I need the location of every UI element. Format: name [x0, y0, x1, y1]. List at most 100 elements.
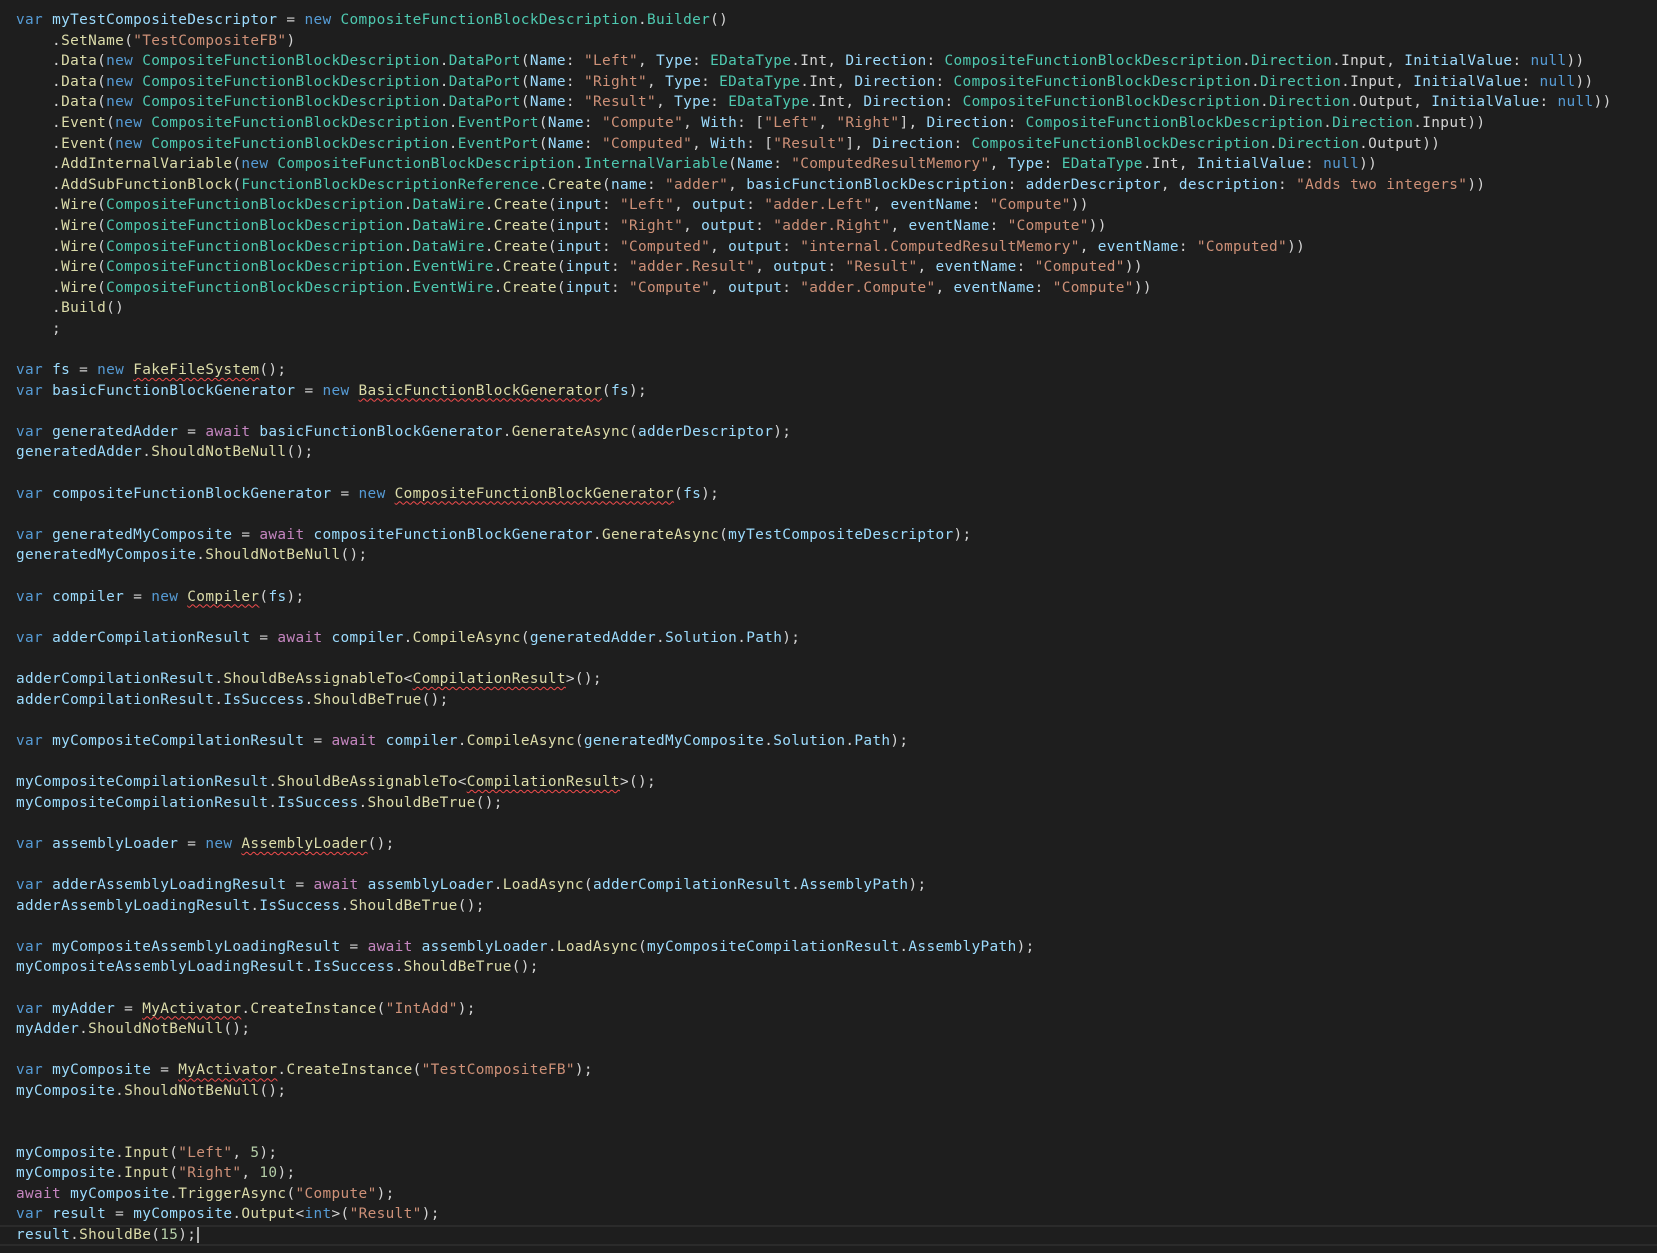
- code-token: Create: [502, 279, 557, 296]
- code-token: )): [1133, 279, 1152, 296]
- code-token: Name: [529, 94, 566, 111]
- code-line[interactable]: myCompositeCompilationResult.ShouldBeAss…: [16, 772, 1657, 793]
- code-line[interactable]: adderAssemblyLoadingResult.IsSuccess.Sho…: [16, 896, 1657, 917]
- code-token: myAdder: [52, 1000, 116, 1017]
- code-line[interactable]: .AddInternalVariable(new CompositeFuncti…: [16, 154, 1657, 175]
- code-token: .: [115, 1165, 125, 1182]
- code-token: "Left": [178, 1144, 233, 1161]
- code-line[interactable]: ​: [16, 1101, 1657, 1122]
- code-line[interactable]: ​: [16, 401, 1657, 422]
- code-line[interactable]: .AddSubFunctionBlock(FunctionBlockDescri…: [16, 175, 1657, 196]
- code-token: "adder": [665, 176, 729, 193]
- code-line[interactable]: ​: [16, 813, 1657, 834]
- code-token: Event: [61, 114, 107, 131]
- code-line[interactable]: ​: [16, 916, 1657, 937]
- code-line[interactable]: .Wire(CompositeFunctionBlockDescription.…: [16, 278, 1657, 299]
- code-line[interactable]: var compositeFunctionBlockGenerator = ne…: [16, 484, 1657, 505]
- code-token: .Int,: [1142, 156, 1197, 173]
- code-line[interactable]: ​: [16, 566, 1657, 587]
- code-token: .: [142, 444, 152, 461]
- code-line[interactable]: generatedMyComposite.ShouldNotBeNull();: [16, 545, 1657, 566]
- code-line[interactable]: var adderCompilationResult = await compi…: [16, 628, 1657, 649]
- code-token: (: [106, 135, 116, 152]
- code-line[interactable]: ​: [16, 648, 1657, 669]
- code-line[interactable]: .Wire(CompositeFunctionBlockDescription.…: [16, 216, 1657, 237]
- code-line[interactable]: generatedAdder.ShouldNotBeNull();: [16, 442, 1657, 463]
- code-line[interactable]: .Wire(CompositeFunctionBlockDescription.…: [16, 195, 1657, 216]
- code-line[interactable]: ​: [16, 1122, 1657, 1143]
- code-token: Name: [737, 156, 774, 173]
- code-token: LoadAsync: [556, 938, 638, 955]
- code-line[interactable]: ;: [16, 319, 1657, 340]
- code-line[interactable]: ​: [16, 978, 1657, 999]
- code-line[interactable]: ​: [16, 463, 1657, 484]
- code-line[interactable]: adderCompilationResult.IsSuccess.ShouldB…: [16, 690, 1657, 711]
- code-token-error: BasicFunctionBlockGenerator: [358, 382, 602, 399]
- code-line[interactable]: var myCompositeCompilationResult = await…: [16, 731, 1657, 752]
- code-token: );: [701, 485, 720, 502]
- code-token: Create: [502, 259, 557, 276]
- code-line[interactable]: .Data(new CompositeFunctionBlockDescript…: [16, 92, 1657, 113]
- code-line[interactable]: .Wire(CompositeFunctionBlockDescription.…: [16, 257, 1657, 278]
- code-line[interactable]: .SetName("TestCompositeFB"): [16, 31, 1657, 52]
- code-token: eventName: [935, 259, 1017, 276]
- code-token: CompositeFunctionBlockDescription: [106, 197, 404, 214]
- code-line[interactable]: .Event(new CompositeFunctionBlockDescrip…: [16, 134, 1657, 155]
- code-line[interactable]: var myCompositeAssemblyLoadingResult = a…: [16, 937, 1657, 958]
- code-token: InitialValue: [1196, 156, 1306, 173]
- code-line[interactable]: ​: [16, 854, 1657, 875]
- code-token: :: [565, 53, 584, 70]
- code-line[interactable]: var myTestCompositeDescriptor = new Comp…: [16, 10, 1657, 31]
- code-token: await: [277, 629, 332, 646]
- code-token: int: [304, 1206, 332, 1223]
- code-line[interactable]: adderCompilationResult.ShouldBeAssignabl…: [16, 669, 1657, 690]
- code-token: =: [286, 876, 314, 893]
- code-token: var: [16, 382, 53, 399]
- code-line[interactable]: .Event(new CompositeFunctionBlockDescrip…: [16, 113, 1657, 134]
- code-token: await: [259, 526, 314, 543]
- code-line[interactable]: var basicFunctionBlockGenerator = new Ba…: [16, 381, 1657, 402]
- code-token: Data: [61, 94, 98, 111]
- code-line[interactable]: .Wire(CompositeFunctionBlockDescription.…: [16, 237, 1657, 258]
- code-line[interactable]: var fs = new FakeFileSystem();: [16, 360, 1657, 381]
- code-line[interactable]: myComposite.Input("Left", 5);: [16, 1143, 1657, 1164]
- code-token: "Result": [773, 135, 846, 152]
- code-line[interactable]: myComposite.ShouldNotBeNull();: [16, 1081, 1657, 1102]
- code-token: :: [827, 259, 846, 276]
- code-line[interactable]: result.ShouldBe(15);: [0, 1225, 1657, 1246]
- code-token: CreateInstance: [286, 1062, 413, 1079]
- code-token: )): [1287, 238, 1306, 255]
- code-line[interactable]: myAdder.ShouldNotBeNull();: [16, 1019, 1657, 1040]
- code-line[interactable]: ​: [16, 340, 1657, 361]
- code-token: (: [547, 238, 557, 255]
- code-line[interactable]: myCompositeAssemblyLoadingResult.IsSucce…: [16, 957, 1657, 978]
- code-line[interactable]: myComposite.Input("Right", 10);: [16, 1163, 1657, 1184]
- code-token: <: [403, 671, 413, 687]
- code-line[interactable]: ​: [16, 751, 1657, 772]
- code-line[interactable]: ​: [16, 607, 1657, 628]
- code-line[interactable]: await myComposite.TriggerAsync("Compute"…: [16, 1184, 1657, 1205]
- code-line[interactable]: var result = myComposite.Output<int>("Re…: [16, 1204, 1657, 1225]
- code-token: null: [1539, 73, 1576, 90]
- code-token: Data: [61, 53, 98, 70]
- code-line[interactable]: var myComposite = MyActivator.CreateInst…: [16, 1060, 1657, 1081]
- code-line[interactable]: ​: [16, 1040, 1657, 1061]
- code-line[interactable]: .Data(new CompositeFunctionBlockDescript…: [16, 51, 1657, 72]
- code-line[interactable]: .Build(): [16, 298, 1657, 319]
- code-line[interactable]: var generatedAdder = await basicFunction…: [16, 422, 1657, 443]
- code-token: "Result": [845, 259, 918, 276]
- code-line[interactable]: ​: [16, 504, 1657, 525]
- code-token: ,: [1160, 176, 1179, 193]
- code-line[interactable]: var adderAssemblyLoadingResult = await a…: [16, 875, 1657, 896]
- code-line[interactable]: var compiler = new Compiler(fs);: [16, 587, 1657, 608]
- code-line[interactable]: ​: [16, 710, 1657, 731]
- code-line[interactable]: myCompositeCompilationResult.IsSuccess.S…: [16, 793, 1657, 814]
- code-line[interactable]: var assemblyLoader = new AssemblyLoader(…: [16, 834, 1657, 855]
- code-token: DataPort: [448, 73, 521, 90]
- code-token: (: [674, 485, 684, 502]
- code-line[interactable]: .Data(new CompositeFunctionBlockDescript…: [16, 72, 1657, 93]
- code-line[interactable]: var generatedMyComposite = await composi…: [16, 525, 1657, 546]
- code-line[interactable]: var myAdder = MyActivator.CreateInstance…: [16, 999, 1657, 1020]
- code-token: .Output)): [1359, 135, 1441, 152]
- code-editor[interactable]: var myTestCompositeDescriptor = new Comp…: [0, 0, 1657, 1253]
